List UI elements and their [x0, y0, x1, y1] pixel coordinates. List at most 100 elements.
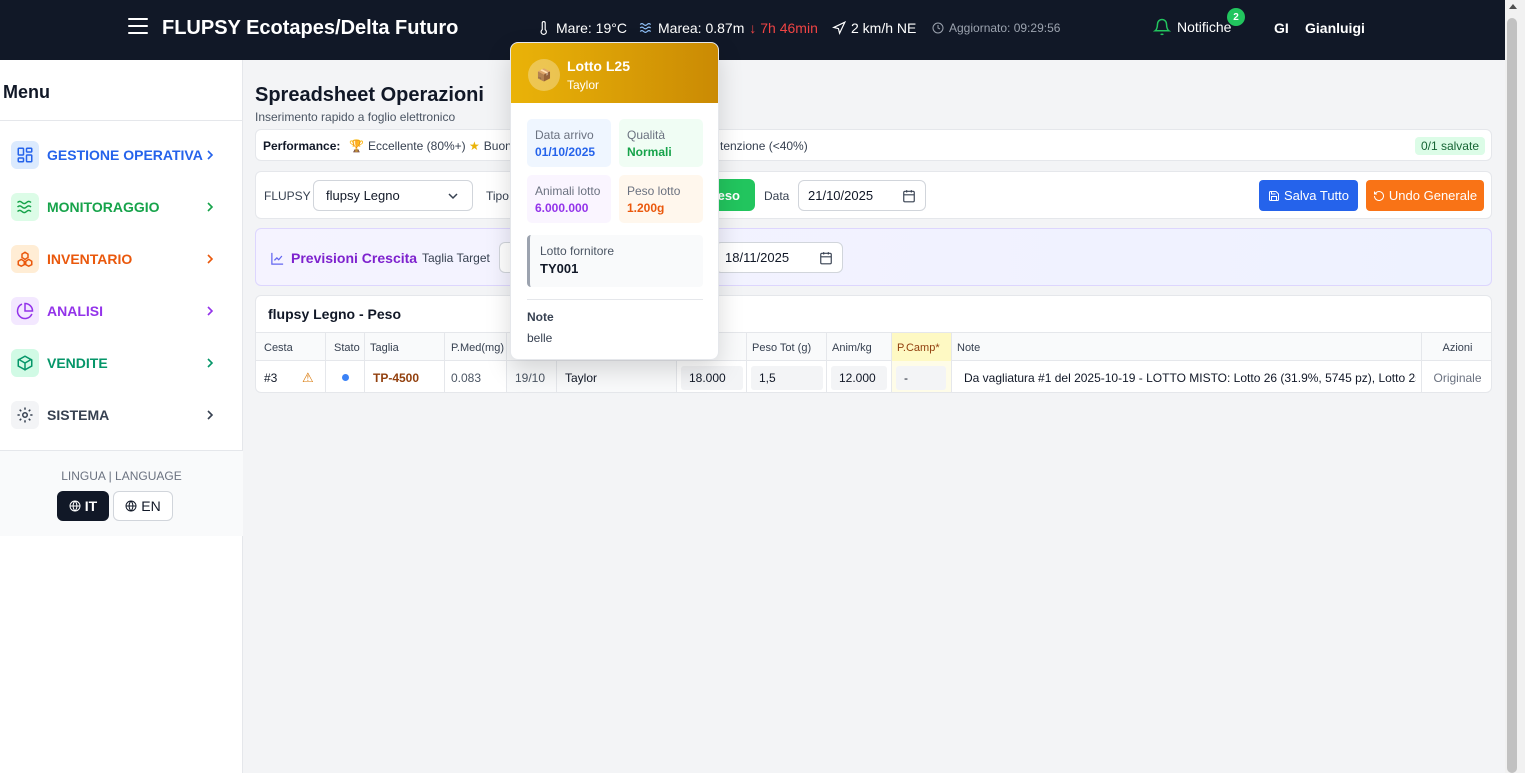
trophy-icon: 🏆	[349, 139, 364, 153]
grid-icon	[11, 141, 39, 169]
cell-peso-tot[interactable]: 1,5	[747, 361, 827, 392]
performance-good-label: Buon	[483, 139, 512, 153]
sidebar-item-analisi[interactable]: ANALISI	[0, 291, 243, 331]
gear-icon	[11, 401, 39, 429]
sidebar-item-monitoraggio[interactable]: MONITORAGGIO	[0, 187, 243, 227]
package-icon: 📦	[528, 59, 560, 91]
trending-chart-icon	[271, 252, 284, 265]
sidebar-item-label: ANALISI	[47, 303, 103, 319]
column-header-stato[interactable]: Stato	[326, 333, 365, 362]
performance-excellent: 🏆 Eccellente (80%+)	[349, 139, 466, 153]
table-title: flupsy Legno - Peso	[268, 306, 402, 322]
performance-label: Performance:	[263, 139, 341, 153]
language-en-label: EN	[141, 498, 161, 514]
cell-pcamp[interactable]: -	[892, 361, 952, 392]
waves-icon	[11, 193, 39, 221]
sidebar-item-sistema[interactable]: SISTEMA	[0, 395, 243, 435]
popover-header: 📦 Lotto L25 Taylor	[511, 43, 718, 103]
chevron-right-icon	[207, 410, 214, 420]
notifications-count-badge: 2	[1227, 8, 1245, 26]
language-it-button[interactable]: IT	[57, 491, 109, 521]
language-en-button[interactable]: EN	[113, 491, 173, 521]
sample-weight-input[interactable]: -	[896, 366, 946, 390]
navigation-arrow-icon	[832, 21, 846, 35]
save-all-button[interactable]: Salva Tutto	[1259, 180, 1358, 211]
performance-good: ★ Buon	[469, 139, 512, 153]
page-title: Spreadsheet Operazioni	[255, 84, 484, 106]
cell-taglia[interactable]: TP-4500	[365, 361, 445, 392]
total-weight-input[interactable]: 1,5	[751, 366, 823, 390]
animals-per-kg-input[interactable]: 12.000	[831, 366, 887, 390]
lot-animals-label: Animali lotto	[535, 184, 601, 198]
tide-text: Marea: 0.87m	[658, 20, 745, 36]
column-header-peso-tot[interactable]: Peso Tot (g)	[747, 333, 827, 362]
performance-excellent-label: Eccellente (80%+)	[367, 139, 466, 153]
column-header-cesta[interactable]: Cesta	[256, 333, 326, 362]
sidebar-divider	[0, 120, 243, 121]
undo-all-button[interactable]: Undo Generale	[1366, 180, 1484, 211]
column-header-taglia[interactable]: Taglia	[365, 333, 445, 362]
quality-value: Normali	[627, 145, 672, 159]
sidebar-item-gestione-operativa[interactable]: GESTIONE OPERATIVA	[0, 135, 243, 175]
sidebar-item-label: MONITORAGGIO	[47, 199, 160, 215]
cell-animali[interactable]: 18.000	[677, 361, 747, 392]
boxes-icon	[11, 245, 39, 273]
basket-number: #3	[264, 370, 278, 385]
app-title: FLUPSY Ecotapes/Delta Futuro	[162, 17, 459, 39]
sidebar-item-vendite[interactable]: VENDITE	[0, 343, 243, 383]
column-header-note[interactable]: Note	[952, 333, 1422, 362]
popover-divider	[527, 299, 703, 300]
column-header-pcamp[interactable]: P.Camp*	[892, 333, 952, 362]
operations-table-card: flupsy Legno - Peso Cesta Stato Taglia P…	[255, 295, 1492, 393]
column-header-azioni[interactable]: Azioni	[1422, 333, 1491, 362]
user-name[interactable]: Gianluigi	[1305, 20, 1365, 36]
clock-icon	[932, 22, 944, 34]
cell-anim-kg[interactable]: 12.000	[827, 361, 892, 392]
note-input[interactable]: Da vagliatura #1 del 2025-10-19 - LOTTO …	[956, 366, 1416, 390]
last-updated: Aggiornato: 09:29:56	[932, 21, 1060, 35]
lot-weight-value: 1.200g	[627, 201, 665, 215]
flupsy-label: FLUPSY	[264, 189, 311, 203]
package-icon	[11, 349, 39, 377]
arrival-date-box: Data arrivo 01/10/2025	[527, 119, 611, 167]
column-header-anim-kg[interactable]: Anim/kg	[827, 333, 892, 362]
scrollbar-thumb[interactable]	[1507, 18, 1517, 773]
hamburger-menu-icon[interactable]	[128, 18, 148, 36]
popover-notes-value: belle	[527, 331, 553, 345]
cell-note[interactable]: Da vagliatura #1 del 2025-10-19 - LOTTO …	[952, 361, 1422, 392]
scroll-up-arrow-icon[interactable]	[1509, 4, 1517, 9]
cell-lotto[interactable]: Taylor	[557, 361, 677, 392]
cell-cesta[interactable]: #3 ⚠	[256, 361, 326, 392]
warning-icon: ⚠	[302, 369, 314, 385]
lot-animals-box: Animali lotto 6.000.000	[527, 175, 611, 223]
column-header-pmed[interactable]: P.Med(mg)	[445, 333, 507, 362]
operation-date-input[interactable]: 21/10/2025	[798, 180, 926, 211]
notifications-button[interactable]: Notifiche 2	[1153, 8, 1245, 36]
cell-azioni[interactable]: Originale	[1422, 361, 1491, 392]
calendar-icon[interactable]	[902, 189, 916, 203]
sidebar-item-label: GESTIONE OPERATIVA	[47, 147, 203, 163]
lot-details-popover: 📦 Lotto L25 Taylor Data arrivo 01/10/202…	[510, 42, 719, 360]
sidebar-item-inventario[interactable]: INVENTARIO	[0, 239, 243, 279]
notifications-label: Notifiche	[1177, 19, 1232, 35]
language-it-label: IT	[84, 498, 98, 514]
chevron-down-icon	[448, 193, 458, 200]
sidebar-title: Menu	[3, 82, 50, 102]
popover-notes-label: Note	[527, 310, 554, 324]
status-dot-icon	[341, 374, 349, 381]
cell-date: 19/10	[507, 361, 557, 392]
sidebar-item-label: INVENTARIO	[47, 251, 133, 267]
forecast-date-input[interactable]: 18/11/2025	[715, 242, 843, 273]
calendar-icon[interactable]	[819, 251, 833, 265]
lot-weight-label: Peso lotto	[627, 184, 681, 198]
user-avatar-initials[interactable]: GI	[1274, 20, 1289, 36]
table-header-row: Cesta Stato Taglia P.Med(mg) Peso Tot (g…	[256, 332, 1491, 362]
flupsy-select[interactable]: flupsy Legno	[313, 180, 473, 211]
sidebar-item-label: VENDITE	[47, 355, 108, 371]
waves-icon	[639, 23, 652, 33]
chevron-right-icon	[207, 150, 214, 160]
animals-input[interactable]: 18.000	[681, 366, 743, 390]
growth-forecast-panel: Previsioni Crescita Taglia Target 18/11/…	[255, 228, 1492, 286]
wind-info: 2 km/h NE	[832, 20, 916, 36]
undo-all-label: Undo Generale	[1388, 188, 1478, 203]
